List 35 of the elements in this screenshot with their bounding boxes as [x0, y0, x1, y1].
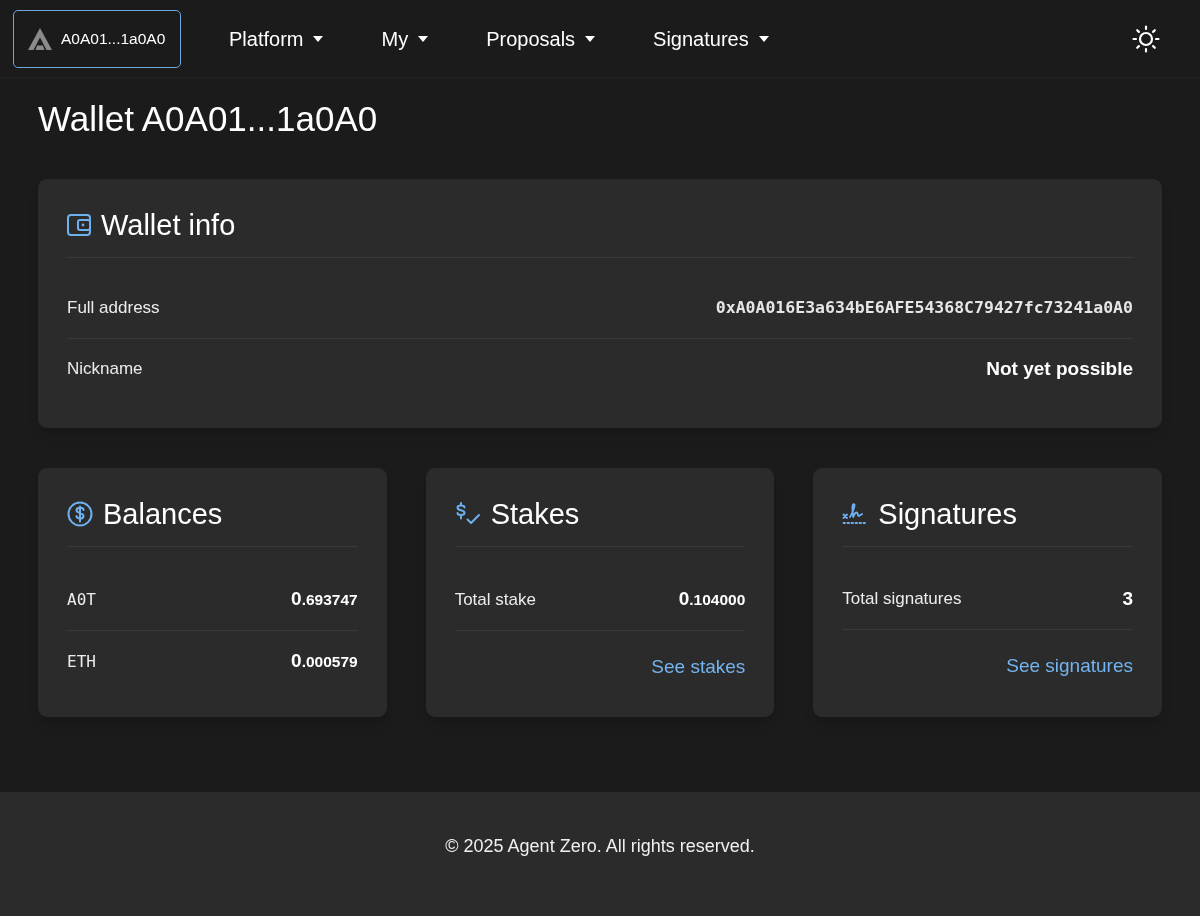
see-stakes-link[interactable]: See stakes	[651, 655, 746, 679]
caret-icon	[313, 35, 324, 42]
amount-value: 0.693747	[291, 587, 358, 611]
token-label: ETH	[67, 650, 96, 673]
dollar-circle-icon	[67, 501, 93, 527]
nav-menu-button[interactable]: Platform	[213, 16, 340, 61]
card-title: Stakes	[490, 497, 580, 531]
triangle-logo-icon	[28, 27, 52, 50]
amount-value: 0.000579	[291, 649, 358, 673]
row-value: Not yet possible	[986, 357, 1133, 381]
row-label: Full address	[67, 297, 160, 319]
row-label: Nickname	[67, 358, 143, 380]
signature-icon	[842, 502, 869, 526]
row-label: Total stake	[454, 588, 536, 611]
card-title: Signatures	[878, 497, 1017, 531]
page-title: Wallet A0A01...1a0A0	[38, 99, 378, 139]
caret-icon	[585, 35, 596, 42]
card-title: Balances	[103, 497, 223, 531]
nav-menu-button[interactable]: My	[365, 16, 445, 61]
see-signatures-link[interactable]: See signatures	[1006, 654, 1133, 678]
count-value: 3	[1122, 587, 1133, 611]
dollar-check-icon	[454, 502, 481, 526]
account-button[interactable]: A0A01...1a0A0	[13, 9, 181, 68]
caret-icon	[418, 35, 429, 42]
caret-icon	[758, 35, 769, 42]
nav-menu-button[interactable]: Signatures	[637, 16, 785, 61]
sun-icon	[1132, 24, 1160, 53]
card-title: Wallet info	[101, 208, 236, 242]
token-label: A0T	[67, 588, 96, 611]
row-label: Total signatures	[842, 588, 962, 610]
wallet-icon	[67, 214, 91, 236]
copyright-text: © 2025 Agent Zero. All rights reserved.	[445, 835, 755, 858]
amount-value: 0.104000	[678, 587, 746, 611]
address-value: 0xA0A016E3a634bE6AFE54368C79427fc73241a0A0	[715, 297, 1133, 319]
nav-menu-button[interactable]: Proposals	[470, 16, 612, 61]
